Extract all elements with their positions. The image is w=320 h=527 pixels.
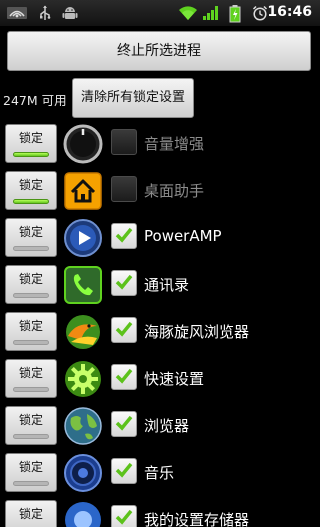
status-bar: 16:46 — [0, 0, 320, 27]
lock-indicator — [13, 434, 49, 439]
lock-button[interactable]: 锁定 — [5, 218, 57, 257]
lock-button-label: 锁定 — [18, 413, 43, 427]
lock-button-label: 锁定 — [18, 225, 43, 239]
cell-signal-icon — [202, 5, 220, 25]
process-name: 通讯录 — [144, 276, 190, 294]
process-name: PowerAMP — [144, 227, 222, 245]
wifi-notification-icon — [6, 5, 28, 25]
storage-icon — [63, 500, 103, 527]
process-row: 锁定 桌面助手 — [0, 166, 320, 213]
process-checkbox[interactable] — [111, 129, 137, 155]
process-row: 锁定 海豚旋风浏览器 — [0, 307, 320, 354]
checkmark-icon — [115, 274, 133, 290]
process-checkbox[interactable] — [111, 505, 137, 527]
music-speaker-icon — [63, 453, 103, 493]
process-checkbox[interactable] — [111, 176, 137, 202]
process-name: 我的设置存储器 — [144, 511, 250, 527]
available-memory-text: 247M 可用 — [3, 93, 67, 108]
lock-indicator — [13, 246, 49, 251]
lock-button-label: 锁定 — [18, 178, 43, 192]
wifi-signal-icon — [178, 5, 198, 25]
checkmark-icon — [115, 321, 133, 337]
process-name: 快速设置 — [144, 370, 205, 388]
lock-button-label: 锁定 — [18, 131, 43, 145]
process-row: 锁定 通讯录 — [0, 260, 320, 307]
process-checkbox[interactable] — [111, 458, 137, 484]
home-icon — [63, 171, 103, 211]
checkmark-icon — [115, 227, 133, 243]
dolphin-browser-icon — [63, 312, 103, 352]
lock-button[interactable]: 锁定 — [5, 359, 57, 398]
process-name: 浏览器 — [144, 417, 190, 435]
process-checkbox[interactable] — [111, 223, 137, 249]
checkmark-icon — [115, 415, 133, 431]
lock-button-label: 锁定 — [18, 366, 43, 380]
battery-icon — [229, 5, 241, 27]
process-row: 锁定 我的设置存储器 — [0, 495, 320, 527]
lock-indicator — [13, 199, 49, 204]
checkmark-icon — [115, 368, 133, 384]
checkmark-icon — [115, 462, 133, 478]
process-checkbox[interactable] — [111, 411, 137, 437]
lock-button-label: 锁定 — [18, 507, 43, 521]
lock-indicator — [13, 340, 49, 345]
lock-button[interactable]: 锁定 — [5, 406, 57, 445]
process-name: 桌面助手 — [144, 182, 205, 200]
lock-button-label: 锁定 — [18, 460, 43, 474]
phone-icon — [63, 265, 103, 305]
process-row: 锁定 音量增强 — [0, 119, 320, 166]
process-name: 音乐 — [144, 464, 175, 482]
clear-all-locks-button[interactable]: 清除所有锁定设置 — [72, 78, 194, 118]
lock-indicator — [13, 481, 49, 486]
lock-button[interactable]: 锁定 — [5, 171, 57, 210]
lock-button-label: 锁定 — [18, 319, 43, 333]
end-selected-processes-button[interactable]: 终止所选进程 — [7, 31, 311, 71]
process-checkbox[interactable] — [111, 270, 137, 296]
volume-knob-icon — [63, 124, 103, 164]
lock-button[interactable]: 锁定 — [5, 265, 57, 304]
settings-gear-icon — [63, 359, 103, 399]
lock-button[interactable]: 锁定 — [5, 453, 57, 492]
process-row: 锁定 快速设置 — [0, 354, 320, 401]
lock-button[interactable]: 锁定 — [5, 312, 57, 351]
process-row: 锁定 音乐 — [0, 448, 320, 495]
process-checkbox[interactable] — [111, 364, 137, 390]
lock-button[interactable]: 锁定 — [5, 500, 57, 527]
status-clock: 16:46 — [267, 4, 312, 20]
lock-indicator — [13, 293, 49, 298]
play-icon — [63, 218, 103, 258]
process-name: 音量增强 — [144, 135, 205, 153]
alarm-icon — [252, 5, 268, 25]
process-list[interactable]: 锁定 音量增强 锁定 桌面助手 锁定 PowerAMP 锁定 通讯录 锁定 海豚… — [0, 119, 320, 527]
process-row: 锁定 PowerAMP — [0, 213, 320, 260]
process-name: 海豚旋风浏览器 — [144, 323, 250, 341]
lock-button-label: 锁定 — [18, 272, 43, 286]
lock-indicator — [13, 387, 49, 392]
task-killer-screen: 16:46 终止所选进程 247M 可用 清除所有锁定设置 锁定 音量增强 锁定… — [0, 0, 320, 527]
lock-button[interactable]: 锁定 — [5, 124, 57, 163]
lock-indicator — [13, 152, 49, 157]
process-checkbox[interactable] — [111, 317, 137, 343]
process-row: 锁定 浏览器 — [0, 401, 320, 448]
android-debug-icon — [62, 5, 78, 25]
globe-icon — [63, 406, 103, 446]
checkmark-icon — [115, 509, 133, 525]
usb-icon — [37, 5, 53, 25]
